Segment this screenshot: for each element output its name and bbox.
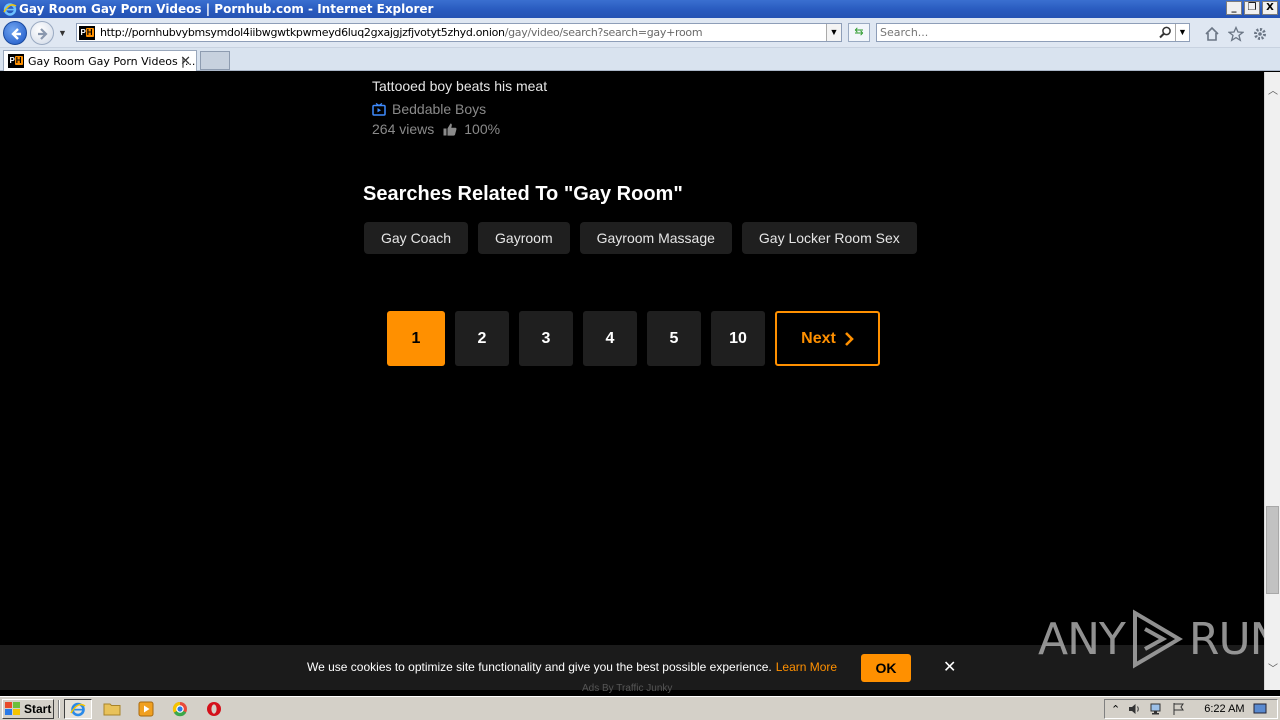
page-1-button[interactable]: 1 xyxy=(387,311,445,366)
taskbar-separator xyxy=(58,700,60,718)
close-window-button[interactable]: X xyxy=(1262,1,1278,15)
anyrun-watermark: ANY RUN xyxy=(1038,608,1280,670)
minimize-button[interactable]: _ xyxy=(1226,1,1242,15)
taskbar-media-player-icon[interactable] xyxy=(132,699,160,719)
cookie-message: We use cookies to optimize site function… xyxy=(307,660,837,674)
scroll-up-icon[interactable]: ︿ xyxy=(1265,84,1280,100)
tab-favicon: PH xyxy=(8,54,24,68)
favorites-star-icon[interactable] xyxy=(1228,26,1244,42)
url-host: http://pornhubvybmsymdol4iibwgwtkpwmeyd6… xyxy=(100,26,505,39)
page-content: Tattooed boy beats his meat Beddable Boy… xyxy=(0,72,1264,644)
address-dropdown-icon[interactable]: ▼ xyxy=(826,24,841,41)
taskbar-clock[interactable]: 6:22 AM xyxy=(1204,703,1244,715)
related-search-pill[interactable]: Gay Locker Room Sex xyxy=(741,222,917,254)
back-arrow-icon xyxy=(11,28,21,40)
cookie-ok-button[interactable]: OK xyxy=(861,654,911,682)
related-searches-list: Gay Coach Gayroom Gayroom Massage Gay Lo… xyxy=(364,222,917,254)
chevron-right-icon xyxy=(844,331,854,346)
tab-bar: PH Gay Room Gay Porn Videos |... ✕ xyxy=(0,48,1280,71)
tab-active[interactable]: PH Gay Room Gay Porn Videos |... ✕ xyxy=(3,50,197,71)
video-title[interactable]: Tattooed boy beats his meat xyxy=(372,78,547,94)
history-dropdown-icon[interactable]: ▼ xyxy=(58,28,67,38)
related-search-pill[interactable]: Gayroom Massage xyxy=(579,222,732,254)
page-4-button[interactable]: 4 xyxy=(583,311,637,366)
url-path: /gay/video/search?search=gay+room xyxy=(504,26,703,39)
navigation-bar: ▼ PH http://pornhubvybmsymdol4iibwgwtkpw… xyxy=(0,18,1280,48)
restore-button[interactable]: ❐ xyxy=(1244,1,1260,15)
windows-taskbar: Start ⌃ 6:22 AM xyxy=(0,696,1280,720)
window-title: Gay Room Gay Porn Videos | Pornhub.com -… xyxy=(19,2,434,16)
compatibility-refresh-button[interactable]: ⇆ xyxy=(848,23,870,42)
related-search-pill[interactable]: Gayroom xyxy=(478,222,570,254)
forward-button[interactable] xyxy=(30,21,54,45)
site-favicon: PH xyxy=(79,26,95,40)
learn-more-link[interactable]: Learn More xyxy=(776,660,837,674)
windows-logo-icon xyxy=(5,702,20,715)
rating-percent: 100% xyxy=(464,121,501,137)
search-icon[interactable] xyxy=(1159,26,1172,39)
channel-name: Beddable Boys xyxy=(392,101,487,117)
system-tray: ⌃ 6:22 AM xyxy=(1104,699,1278,719)
next-label: Next xyxy=(801,329,836,347)
tab-close-icon[interactable]: ✕ xyxy=(180,53,191,69)
tray-expand-icon[interactable]: ⌃ xyxy=(1111,703,1120,716)
scroll-down-icon[interactable]: ﹀ xyxy=(1265,662,1280,678)
taskbar-ie-icon[interactable] xyxy=(64,699,92,719)
start-label: Start xyxy=(24,702,52,716)
back-button[interactable] xyxy=(3,21,27,45)
new-tab-button[interactable] xyxy=(200,51,230,70)
next-page-button[interactable]: Next xyxy=(775,311,880,366)
url-text[interactable]: http://pornhubvybmsymdol4iibwgwtkpwmeyd6… xyxy=(100,26,703,39)
show-desktop-icon[interactable] xyxy=(1253,703,1267,715)
action-center-flag-icon[interactable] xyxy=(1172,702,1186,716)
thumbs-up-icon xyxy=(443,123,457,136)
home-icon[interactable] xyxy=(1204,26,1220,42)
scroll-thumb[interactable] xyxy=(1266,506,1279,594)
settings-gear-icon[interactable] xyxy=(1252,26,1268,42)
play-triangle-icon xyxy=(1132,609,1183,669)
watermark-left: ANY xyxy=(1038,613,1126,665)
channel-icon xyxy=(372,102,386,116)
window-title-bar: Gay Room Gay Porn Videos | Pornhub.com -… xyxy=(0,0,1280,18)
view-count: 264 views xyxy=(372,121,435,137)
forward-arrow-icon xyxy=(38,28,48,40)
volume-icon[interactable] xyxy=(1128,702,1142,716)
pagination: 1 2 3 4 5 10 Next xyxy=(387,311,880,366)
related-searches-heading: Searches Related To "Gay Room" xyxy=(363,183,683,205)
taskbar-chrome-icon[interactable] xyxy=(166,699,194,719)
page-3-button[interactable]: 3 xyxy=(519,311,573,366)
video-stats: 264 views 100% xyxy=(372,121,500,137)
search-input[interactable] xyxy=(880,25,1150,40)
video-channel[interactable]: Beddable Boys xyxy=(372,101,486,117)
page-10-button[interactable]: 10 xyxy=(711,311,765,366)
search-box[interactable]: ▼ xyxy=(876,23,1190,42)
address-bar[interactable]: PH http://pornhubvybmsymdol4iibwgwtkpwme… xyxy=(76,23,842,42)
taskbar-opera-icon[interactable] xyxy=(200,699,228,719)
related-search-pill[interactable]: Gay Coach xyxy=(364,222,469,254)
vertical-scrollbar[interactable]: ︿ ﹀ xyxy=(1264,72,1280,690)
cookie-close-icon[interactable]: ✕ xyxy=(943,657,956,677)
start-button[interactable]: Start xyxy=(2,699,54,719)
cookie-text: We use cookies to optimize site function… xyxy=(307,660,772,674)
taskbar-explorer-icon[interactable] xyxy=(98,699,126,719)
network-icon[interactable] xyxy=(1150,702,1164,716)
page-5-button[interactable]: 5 xyxy=(647,311,701,366)
page-2-button[interactable]: 2 xyxy=(455,311,509,366)
ads-by-text[interactable]: Ads By Traffic Junky xyxy=(582,683,672,694)
internet-explorer-icon xyxy=(3,3,17,16)
search-dropdown-icon[interactable]: ▼ xyxy=(1175,24,1189,41)
tab-title: Gay Room Gay Porn Videos |... xyxy=(28,55,196,68)
